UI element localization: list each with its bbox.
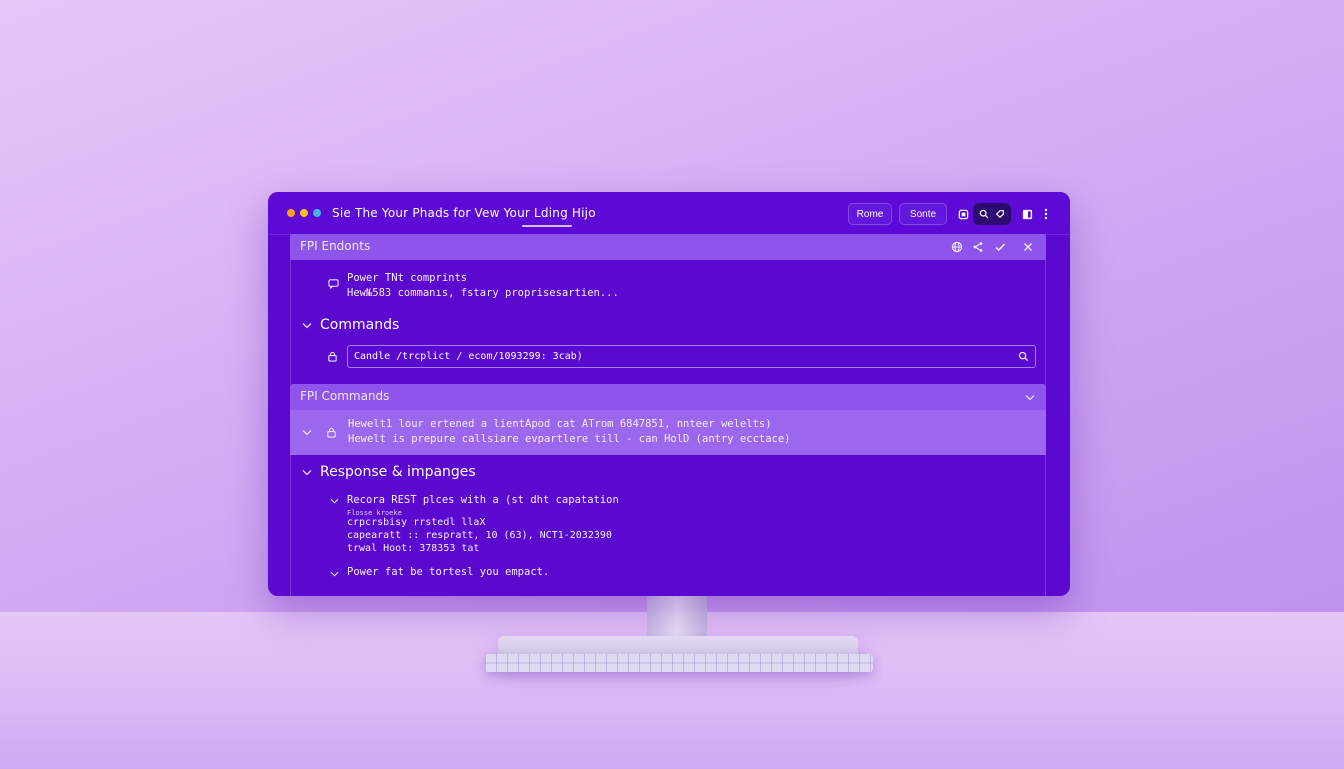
search-icon[interactable] [1017,350,1029,362]
window-title: Sie The Your Phads for Vew Your Lding Hi… [332,206,596,220]
endpoints-panel-label: FPI Endonts [300,239,371,253]
minimize-window-dot[interactable] [300,209,308,217]
response-item-1-subtitle: Flosse kroeke [347,509,402,517]
window-icon[interactable] [953,204,973,224]
search-tag-toggle[interactable] [973,203,1011,225]
fpi-command-row[interactable]: Hewelt1 lour ertened a lientApod cat ATr… [290,410,1046,455]
response-item-1-line-3: crpcrsbisy rrstedl llaX [347,517,486,528]
response-chevron-icon[interactable] [301,466,313,478]
globe-icon[interactable] [949,239,965,255]
tag-icon[interactable] [994,208,1006,220]
title-underline [522,225,572,227]
fpi-commands-panel-label: FPI Commands [300,389,390,403]
lock-icon [326,350,338,362]
response-section-title[interactable]: Response & impanges [320,464,476,480]
share-icon[interactable] [970,239,986,255]
endpoint-item-description: Hew№583 commanıs, fstary proprisesartien… [347,287,619,299]
response-item-1-chevron-icon[interactable] [328,495,340,507]
search-icon[interactable] [978,208,990,220]
commands-section-title[interactable]: Commands [320,317,399,333]
close-icon[interactable] [1020,239,1036,255]
source-button[interactable]: Sonte [899,203,947,225]
collapse-chevron-icon[interactable] [1022,389,1038,405]
keyboard [485,654,873,672]
message-icon [327,277,339,289]
response-item-2-chevron-icon[interactable] [328,568,340,580]
command-search-input[interactable] [354,348,994,365]
fpi-command-row-line-2: Hewelt is prepure callsiare evpartlere t… [348,433,791,445]
response-item-1-line-5: trwal Hoot: 378353 tat [347,543,480,554]
close-window-dot[interactable] [287,209,295,217]
response-item-1-title[interactable]: Recora REST plces with a (st dht capatat… [347,494,619,506]
response-item-2-title[interactable]: Power fat be tortesl you empact. [347,566,549,578]
row-chevron-icon[interactable] [301,426,313,438]
command-search-box [347,345,1036,368]
endpoint-item-title[interactable]: Power TNt comprints [347,272,467,284]
fpi-commands-panel-header[interactable]: FPI Commands [290,384,1046,410]
maximize-window-dot[interactable] [313,209,321,217]
endpoints-panel-header[interactable]: FPI Endonts [290,234,1046,260]
response-item-1-line-4: capearatt :: respratt, 10 (63), NCT1-203… [347,530,612,541]
home-button[interactable]: Rome [848,203,892,225]
panel-icon[interactable] [1017,204,1037,224]
app-window: Sie The Your Phads for Vew Your Lding Hi… [268,192,1070,596]
commands-chevron-icon[interactable] [301,319,313,331]
lock-icon [325,426,337,438]
fpi-command-row-line-1: Hewelt1 lour ertened a lientApod cat ATr… [348,418,772,430]
check-icon[interactable] [992,239,1008,255]
title-bar: Sie The Your Phads for Vew Your Lding Hi… [268,192,1070,235]
more-icon[interactable] [1036,204,1056,224]
